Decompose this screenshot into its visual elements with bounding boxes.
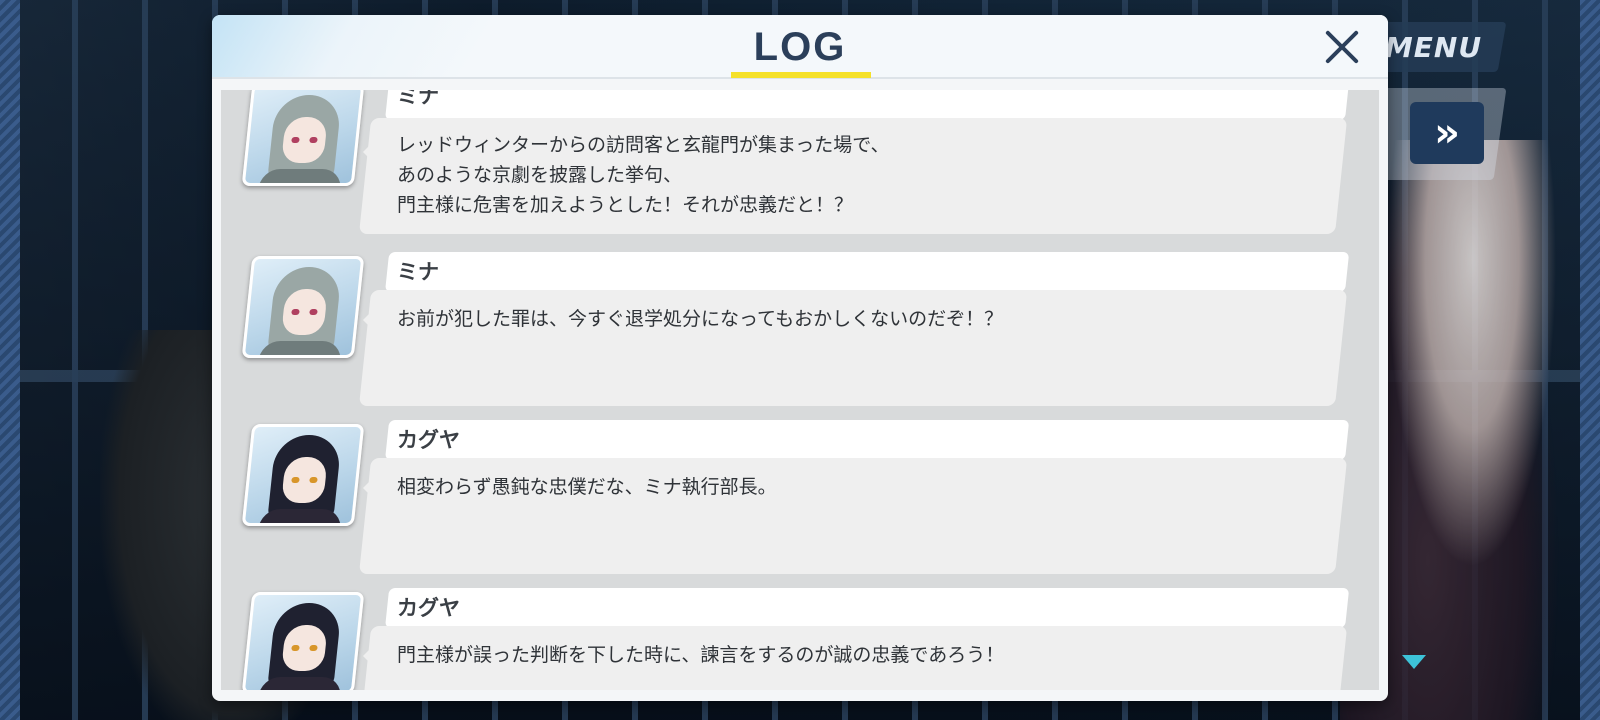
fast-forward-icon: » <box>1434 110 1460 156</box>
log-title: LOG <box>753 25 847 69</box>
close-icon[interactable] <box>1320 25 1364 69</box>
speaker-name: ミナ <box>397 260 439 284</box>
dialogue-text: 門主様が誤った判断を下した時に、諫言をするのが誠の忠義であろう！ <box>397 644 1005 666</box>
bubble-tail <box>363 474 377 502</box>
mina-portrait <box>241 90 365 186</box>
mina-portrait <box>241 256 365 358</box>
kaguya-portrait <box>241 424 365 526</box>
dialogue-text: お前が犯した罪は、今すぐ退学処分になってもおかしくないのだぞ！？ <box>397 308 1004 330</box>
log-panel: LOG ミナ レッドウィンターからの訪問客と玄龍門が集まった場で、 あのような京… <box>212 15 1388 701</box>
log-header: LOG <box>212 15 1388 79</box>
speaker-name: ミナ <box>397 90 439 108</box>
scroll-down-icon[interactable] <box>1402 655 1426 669</box>
speaker-name-plate <box>385 588 1350 628</box>
speaker-name-plate <box>385 420 1350 460</box>
menu-button-label: MENU <box>1385 30 1483 64</box>
speaker-name-plate <box>385 90 1350 120</box>
fast-forward-button[interactable]: » <box>1410 102 1484 164</box>
dialogue-text: レッドウィンターからの訪問客と玄龍門が集まった場で、 あのような京劇を披露した挙… <box>397 134 890 216</box>
log-list[interactable]: ミナ レッドウィンターからの訪問客と玄龍門が集まった場で、 あのような京劇を披露… <box>221 90 1379 690</box>
log-entry: カグヤ 相変わらず愚鈍な忠僕だな、ミナ執行部長。 <box>221 420 1371 580</box>
speaker-name: カグヤ <box>397 596 460 620</box>
kaguya-portrait <box>241 592 365 690</box>
bubble-tail <box>363 642 377 670</box>
bubble-tail <box>363 306 377 334</box>
log-entry: カグヤ 門主様が誤った判断を下した時に、諫言をするのが誠の忠義であろう！ <box>221 588 1371 690</box>
log-entry: ミナ お前が犯した罪は、今すぐ退学処分になってもおかしくないのだぞ！？ <box>221 252 1371 412</box>
right-edge-stripe <box>1580 0 1600 720</box>
bubble-tail <box>363 138 377 166</box>
dialogue-text: 相変わらず愚鈍な忠僕だな、ミナ執行部長。 <box>397 476 777 498</box>
log-entry: ミナ レッドウィンターからの訪問客と玄龍門が集まった場で、 あのような京劇を披露… <box>221 90 1371 234</box>
speaker-name-plate <box>385 252 1350 292</box>
left-edge-stripe <box>0 0 20 720</box>
speaker-name: カグヤ <box>397 428 460 452</box>
log-title-underline <box>731 72 871 78</box>
